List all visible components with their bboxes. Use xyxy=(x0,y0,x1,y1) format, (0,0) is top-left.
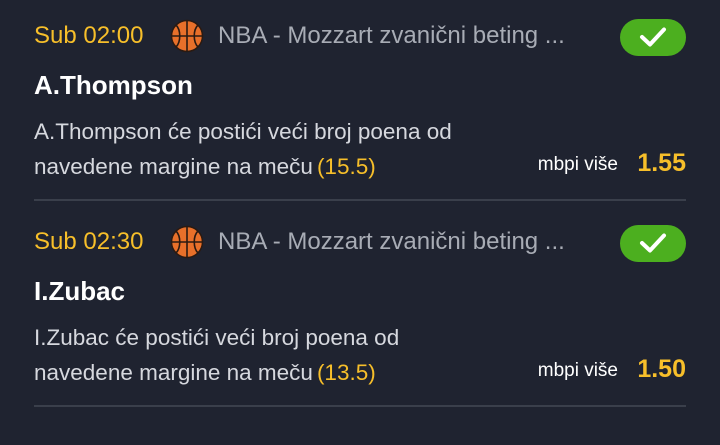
player-name: A.Thompson xyxy=(34,70,193,100)
odds-value: 1.50 xyxy=(637,355,686,383)
bet-header: Sub 02:30 NBA - Mozzart zvanični beting … xyxy=(34,222,686,264)
match-time: Sub 02:30 xyxy=(34,228,144,255)
status-badge xyxy=(620,19,686,56)
description-text: A.Thompson će postići veći broj poena od… xyxy=(34,119,452,179)
bet-description: I.Zubac će postići veći broj poena od na… xyxy=(34,320,494,390)
bet-header: Sub 02:00 NBA - Mozzart zvanični beting … xyxy=(34,16,686,58)
league-name: NBA - Mozzart zvanični beting ... xyxy=(218,22,565,49)
basketball-icon xyxy=(170,225,204,259)
divider xyxy=(34,199,686,201)
odds-label: mbpi više xyxy=(537,154,618,175)
check-icon xyxy=(640,233,666,253)
basketball-icon xyxy=(170,19,204,53)
margin-value: (15.5) xyxy=(316,154,376,179)
margin-value: (13.5) xyxy=(316,360,376,385)
status-badge xyxy=(620,225,686,262)
league-name: NBA - Mozzart zvanični beting ... xyxy=(218,228,565,255)
bet-list: Sub 02:00 NBA - Mozzart zvanični beting … xyxy=(0,0,720,445)
bet-item[interactable]: Sub 02:00 NBA - Mozzart zvanični beting … xyxy=(0,0,720,206)
divider xyxy=(34,405,686,407)
player-name: I.Zubac xyxy=(34,276,126,306)
bet-description: A.Thompson će postići veći broj poena od… xyxy=(34,114,494,184)
check-icon xyxy=(640,27,666,47)
odds-label: mbpi više xyxy=(537,360,618,381)
odds-value: 1.55 xyxy=(637,149,686,177)
bet-item[interactable]: Sub 02:30 NBA - Mozzart zvanični beting … xyxy=(0,206,720,412)
match-time: Sub 02:00 xyxy=(34,22,144,49)
